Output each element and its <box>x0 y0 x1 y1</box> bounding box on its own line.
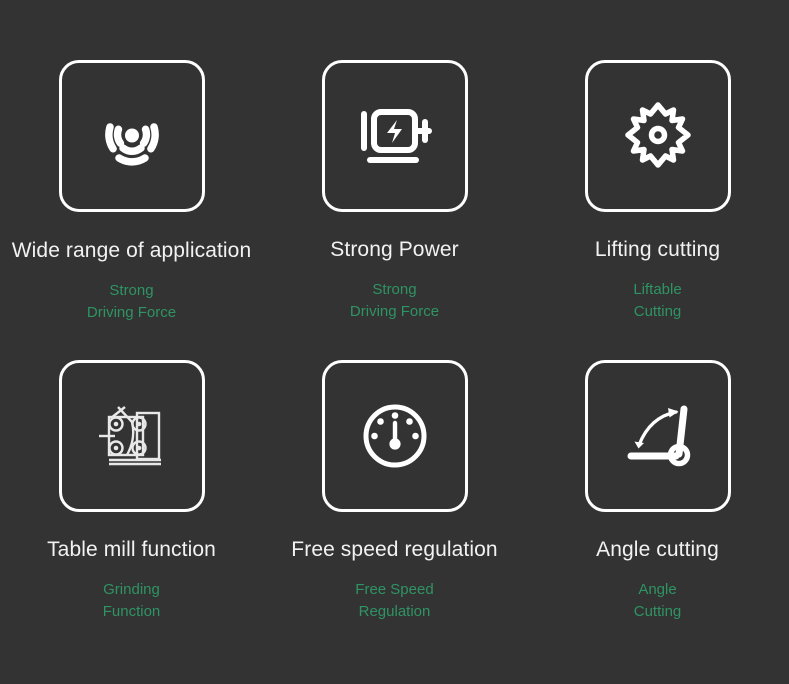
feature-subtitle-line-1: Grinding <box>103 581 160 598</box>
icon-card-wide-range[interactable] <box>58 60 205 212</box>
feature-subtitle-line-1: Strong <box>109 282 154 299</box>
feature-item-free-speed[interactable]: Free speed regulation Free Speed Regulat… <box>263 360 526 660</box>
feature-subtitle-line-2: Driving Force <box>349 303 440 320</box>
electric-motor-icon <box>355 99 435 173</box>
feature-subtitle-line-1: Free Speed <box>355 581 434 598</box>
feature-subtitle-line-1: Angle <box>638 581 677 598</box>
feature-subtitle-line-2: Driving Force <box>86 304 177 321</box>
feature-item-angle-cutting[interactable]: Angle cutting Angle Cutting <box>526 360 789 660</box>
saw-blade-icon <box>621 99 695 173</box>
speed-gauge-icon <box>358 399 432 473</box>
icon-card-free-speed[interactable] <box>321 360 468 512</box>
feature-subtitle-line-2: Cutting <box>633 603 682 620</box>
feature-item-strong-power[interactable]: Strong Power Strong Driving Force <box>263 60 526 360</box>
wifi-signal-icon <box>95 99 169 173</box>
feature-subtitle: Angle Cutting <box>634 579 682 623</box>
feature-title: Table mill function <box>47 538 216 561</box>
feature-title: Strong Power <box>330 238 459 261</box>
feature-subtitle: Liftable Cutting <box>633 279 681 323</box>
feature-item-lifting-cutting[interactable]: Lifting cutting Liftable Cutting <box>526 60 789 360</box>
icon-card-strong-power[interactable] <box>321 60 468 212</box>
feature-item-wide-range[interactable]: Wide range of application Strong Driving… <box>0 60 263 360</box>
feature-grid: Wide range of application Strong Driving… <box>0 0 789 684</box>
feature-subtitle-line-2: Function <box>102 603 161 620</box>
feature-title: Angle cutting <box>596 538 719 561</box>
feature-subtitle-line-1: Liftable <box>633 281 682 298</box>
feature-subtitle-line-2: Regulation <box>358 603 431 620</box>
icon-card-angle-cutting[interactable] <box>584 360 731 512</box>
feature-subtitle-line-1: Strong <box>372 281 417 298</box>
milling-table-icon <box>91 399 173 473</box>
feature-subtitle: Grinding Function <box>103 579 161 623</box>
feature-title: Lifting cutting <box>594 238 721 261</box>
feature-subtitle: Strong Driving Force <box>350 279 439 323</box>
feature-subtitle: Strong Driving Force <box>87 280 176 324</box>
feature-title: Free speed regulation <box>291 538 498 561</box>
icon-card-table-mill[interactable] <box>58 360 205 512</box>
icon-card-lifting-cutting[interactable] <box>584 60 731 212</box>
feature-title: Wide range of application <box>11 239 252 262</box>
angle-protractor-icon <box>618 399 698 473</box>
feature-subtitle-line-2: Cutting <box>633 303 682 320</box>
feature-item-table-mill[interactable]: Table mill function Grinding Function <box>0 360 263 660</box>
feature-subtitle: Free Speed Regulation <box>355 579 433 623</box>
